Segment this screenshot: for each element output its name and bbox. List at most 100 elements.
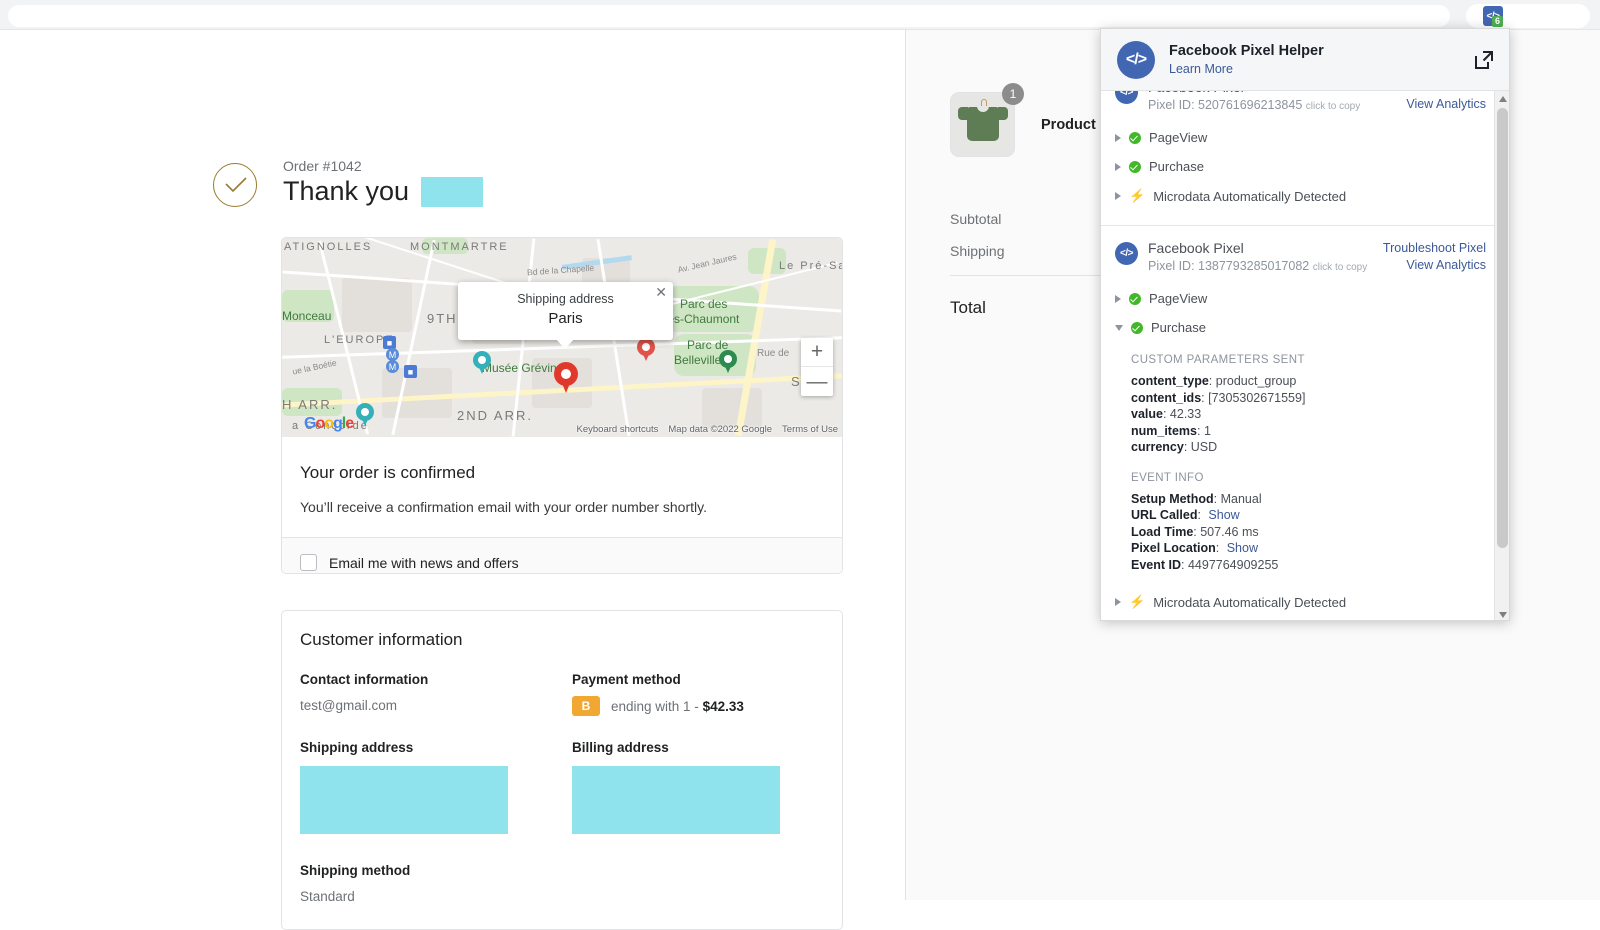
newsletter-opt-in-row[interactable]: Email me with news and offers bbox=[282, 537, 842, 573]
map-label: Le Pré-Sai bbox=[779, 260, 842, 272]
event-name: Purchase bbox=[1151, 320, 1206, 335]
order-confirmed-title: Your order is confirmed bbox=[300, 463, 476, 482]
contact-information-heading: Contact information bbox=[300, 672, 429, 687]
show-pixel-location-link[interactable]: Show bbox=[1227, 541, 1258, 555]
shipping-address-field: Shipping address bbox=[300, 740, 572, 839]
payment-amount: $42.33 bbox=[702, 698, 744, 714]
pixel-id-value[interactable]: Pixel ID: 520761696213845 bbox=[1148, 98, 1302, 112]
map-attribution: Keyboard shortcuts Map data ©2022 Google… bbox=[577, 424, 838, 435]
facebook-pixel-helper-extension-button[interactable]: </> 6 bbox=[1483, 6, 1505, 28]
external-link-icon[interactable] bbox=[1473, 49, 1495, 71]
shipping-destination-map-pin bbox=[554, 362, 578, 395]
pixel-id-value[interactable]: Pixel ID: 1387793285017082 bbox=[1148, 259, 1309, 273]
map-label: Rue de bbox=[757, 348, 790, 359]
map-label: 2ND ARR. bbox=[457, 408, 533, 423]
parameter-key: currency bbox=[1131, 440, 1184, 454]
pixel-id: Pixel ID: 520761696213845 click to copy bbox=[1148, 98, 1383, 112]
shipping-method-heading: Shipping method bbox=[300, 863, 411, 878]
chevron-down-icon[interactable] bbox=[1115, 324, 1123, 331]
parameter-value: product_group bbox=[1215, 374, 1297, 388]
pixel-helper-scroll-area: </> Facebook Pixel Pixel ID: 52076169621… bbox=[1101, 91, 1496, 620]
chevron-right-icon[interactable] bbox=[1115, 192, 1121, 200]
popup-scrollbar[interactable] bbox=[1494, 91, 1509, 620]
lightning-bolt-icon: ⚡ bbox=[1129, 188, 1146, 203]
map-label: 9TH bbox=[427, 311, 458, 326]
shipping-label: Shipping bbox=[950, 243, 1005, 259]
product-name: Product 1 bbox=[1041, 116, 1108, 133]
chevron-right-icon[interactable] bbox=[1115, 162, 1121, 171]
parameter-key: num_items bbox=[1131, 423, 1197, 438]
shipping-address-redaction bbox=[300, 766, 508, 834]
pixel-name: Facebook Pixel bbox=[1148, 91, 1383, 95]
facebook-pixel-helper-logo-icon: </> bbox=[1117, 40, 1155, 79]
quantity-badge: 1 bbox=[1002, 83, 1024, 105]
map-label: Musée Grévin bbox=[482, 361, 557, 375]
map-label: MONTMARTRE bbox=[410, 241, 509, 253]
hanger-icon bbox=[981, 99, 987, 106]
contact-information-field: Contact information test@gmail.com bbox=[300, 672, 572, 716]
success-check-icon bbox=[1129, 292, 1141, 305]
info-value: Manual bbox=[1220, 491, 1262, 506]
pixel-id: Pixel ID: 1387793285017082 click to copy bbox=[1148, 259, 1383, 273]
pixel-event-row[interactable]: ⚡ Microdata Automatically Detected bbox=[1101, 181, 1496, 211]
chevron-right-icon[interactable] bbox=[1115, 294, 1121, 303]
scroll-down-arrow-icon[interactable] bbox=[1495, 607, 1509, 620]
map-label: Av. Jean Jaures bbox=[676, 251, 738, 275]
chevron-right-icon[interactable] bbox=[1115, 598, 1121, 606]
pixel-icon: </> bbox=[1115, 91, 1138, 104]
museum-map-pin bbox=[473, 351, 491, 376]
customer-information-title: Customer information bbox=[300, 630, 463, 649]
event-name: Purchase bbox=[1149, 159, 1204, 174]
custom-parameter-row: content_ids: [7305302671559] bbox=[1131, 390, 1306, 405]
info-key: Event ID bbox=[1131, 557, 1182, 572]
pixel-event-row[interactable]: ⚡ Microdata Automatically Detected bbox=[1101, 587, 1496, 617]
custom-parameter-row: content_type: product_group bbox=[1131, 374, 1297, 388]
view-analytics-link[interactable]: View Analytics bbox=[1383, 257, 1486, 274]
newsletter-checkbox[interactable] bbox=[300, 554, 317, 571]
custom-parameter-row: value: 42.33 bbox=[1131, 407, 1202, 421]
map-zoom-in-button[interactable]: + bbox=[801, 338, 833, 367]
event-name: Microdata Automatically Detected bbox=[1153, 594, 1347, 610]
shipping-method-value: Standard bbox=[300, 889, 355, 904]
parameter-value: [7305302671559] bbox=[1208, 390, 1306, 405]
metro-poi-icon: M bbox=[386, 348, 399, 361]
checkmark-icon bbox=[225, 177, 247, 193]
map-label: Monceau bbox=[282, 309, 332, 323]
event-name: PageView bbox=[1149, 130, 1208, 145]
map-data-credit: Map data ©2022 Google bbox=[668, 424, 773, 435]
info-window-city: Paris bbox=[548, 310, 583, 327]
order-confirmed-body: Your order is confirmed You’ll receive a… bbox=[282, 437, 842, 537]
terms-of-use-link[interactable]: Terms of Use bbox=[782, 424, 838, 435]
learn-more-link[interactable]: Learn More bbox=[1169, 62, 1473, 76]
chevron-right-icon[interactable] bbox=[1115, 133, 1121, 142]
event-name: PageView bbox=[1149, 291, 1208, 306]
pixel-event-row[interactable]: PageView bbox=[1101, 123, 1496, 152]
scrollbar-thumb[interactable] bbox=[1497, 108, 1508, 548]
billing-address-redaction bbox=[572, 766, 780, 834]
shipping-address-map[interactable]: ATIGNOLLES MONTMARTRE Le Pré-Sai Bd de l… bbox=[282, 238, 842, 437]
success-check-icon bbox=[1131, 321, 1143, 334]
troubleshoot-pixel-link[interactable]: Troubleshoot Pixel bbox=[1383, 240, 1486, 257]
success-check-icon bbox=[1129, 131, 1141, 144]
google-logo: Google bbox=[304, 415, 354, 432]
parameter-key: value bbox=[1131, 407, 1163, 421]
order-details-column: Order #1042 Thank you ATIGNOLLES MONTMAR… bbox=[0, 30, 905, 930]
billing-address-field: Billing address bbox=[572, 740, 842, 839]
close-icon[interactable]: ✕ bbox=[655, 285, 667, 299]
order-confirmation-card: ATIGNOLLES MONTMARTRE Le Pré-Sai Bd de l… bbox=[281, 237, 843, 574]
pixel-event-row[interactable]: Purchase bbox=[1101, 152, 1496, 181]
keyboard-shortcuts-link[interactable]: Keyboard shortcuts bbox=[577, 424, 659, 435]
payment-method-field: Payment method B ending with 1 - $42.33 bbox=[572, 672, 842, 716]
park-map-pin bbox=[719, 350, 737, 375]
address-bar[interactable] bbox=[8, 5, 1450, 27]
pixel-event-row[interactable]: PageView bbox=[1101, 284, 1496, 313]
parameter-key: content_ids bbox=[1131, 390, 1202, 405]
pixel-event-row[interactable]: Purchase bbox=[1101, 313, 1496, 342]
view-analytics-link[interactable]: View Analytics bbox=[1383, 96, 1486, 113]
show-url-link[interactable]: Show bbox=[1208, 508, 1239, 522]
info-key: Setup Method bbox=[1131, 491, 1214, 506]
map-label: Belleville bbox=[674, 353, 722, 367]
billing-address-heading: Billing address bbox=[572, 740, 669, 755]
map-zoom-out-button[interactable]: — bbox=[801, 367, 833, 396]
scroll-up-arrow-icon[interactable] bbox=[1495, 91, 1509, 106]
